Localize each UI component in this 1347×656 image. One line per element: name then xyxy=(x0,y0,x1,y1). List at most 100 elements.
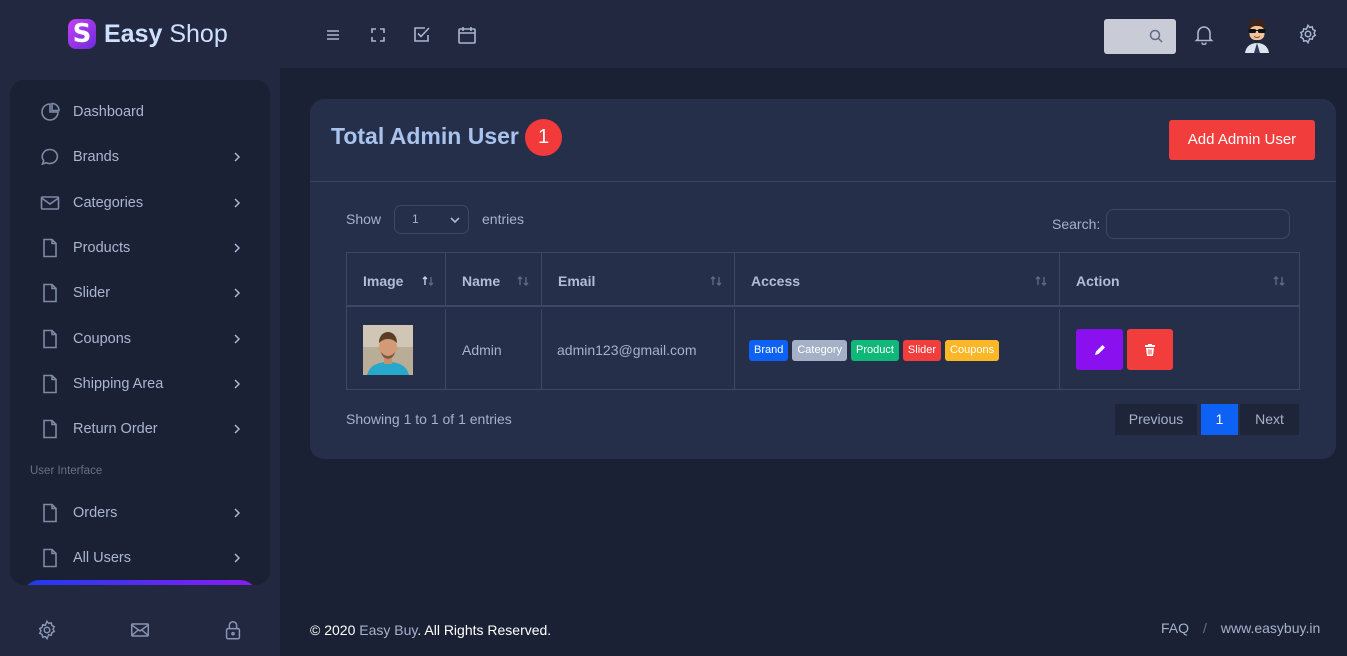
footer-separator: / xyxy=(1203,620,1207,636)
logo-mark: S xyxy=(68,19,96,49)
sidebar-footer xyxy=(0,585,280,656)
menu-icon[interactable] xyxy=(322,24,344,46)
page-title: Total Admin User xyxy=(331,123,519,149)
brand-name: Easy Shop xyxy=(104,19,228,48)
column-header-action[interactable]: Action xyxy=(1060,253,1299,307)
menu-section-label: User Interface xyxy=(30,465,103,477)
chevron-right-icon xyxy=(234,198,241,208)
brand-logo[interactable]: S Easy Shop xyxy=(68,16,228,52)
sidebar-item-brands[interactable]: Brands xyxy=(10,139,270,175)
sidebar-item-return-order[interactable]: Return Order xyxy=(10,411,270,447)
pagination-page-1[interactable]: 1 xyxy=(1201,404,1238,435)
file-icon xyxy=(39,328,61,350)
file-icon xyxy=(39,373,61,395)
site-link[interactable]: www.easybuy.in xyxy=(1221,620,1320,636)
sidebar-item-slider[interactable]: Slider xyxy=(10,275,270,311)
settings-icon[interactable] xyxy=(36,619,58,641)
sidebar-item-label: Dashboard xyxy=(73,104,144,120)
chevron-down-icon xyxy=(450,217,460,224)
access-badge: Slider xyxy=(902,340,942,361)
user-email: admin123@gmail.com xyxy=(557,342,697,358)
mail-icon xyxy=(39,192,61,214)
table-row xyxy=(347,309,446,390)
faq-link[interactable]: FAQ xyxy=(1161,620,1189,636)
divider xyxy=(310,181,1336,182)
chevron-right-icon xyxy=(234,243,241,253)
chevron-right-icon xyxy=(234,288,241,298)
column-header-access[interactable]: Access xyxy=(735,253,1060,307)
calendar-icon[interactable] xyxy=(456,24,478,46)
show-label: Show xyxy=(346,211,382,227)
sidebar-item-coupons[interactable]: Coupons xyxy=(10,321,270,357)
sidebar-menu: Dashboard Brands Categories Products Sli… xyxy=(10,80,270,585)
access-badges: Brand Category Product Slider Coupons xyxy=(749,340,1000,361)
lock-icon[interactable] xyxy=(222,619,244,641)
sidebar-item-shipping-area[interactable]: Shipping Area xyxy=(10,366,270,402)
chat-bubble-icon xyxy=(39,146,61,168)
sort-icon xyxy=(710,276,722,286)
access-badge: Category xyxy=(792,340,847,361)
trash-icon xyxy=(1145,343,1155,356)
sidebar-item-products[interactable]: Products xyxy=(10,230,270,266)
chevron-right-icon xyxy=(234,152,241,162)
pie-chart-icon xyxy=(39,101,61,123)
entries-select[interactable]: 1 xyxy=(394,205,469,234)
bell-icon[interactable] xyxy=(1193,23,1215,45)
add-admin-user-button[interactable]: Add Admin User xyxy=(1169,120,1315,160)
entries-select-value: 1 xyxy=(412,212,419,226)
sidebar-item-label: Return Order xyxy=(73,421,158,437)
chevron-right-icon xyxy=(234,379,241,389)
fullscreen-icon[interactable] xyxy=(367,24,389,46)
user-photo xyxy=(363,325,413,375)
file-icon xyxy=(39,547,61,569)
copyright-brand-link[interactable]: Easy Buy xyxy=(359,622,417,638)
sort-icon xyxy=(422,276,434,286)
file-icon xyxy=(39,237,61,259)
sidebar-item-label: Shipping Area xyxy=(73,376,164,392)
access-badge: Coupons xyxy=(945,340,1000,361)
sidebar-item-orders[interactable]: Orders xyxy=(10,495,270,531)
search-icon[interactable] xyxy=(1148,28,1164,44)
user-name: Admin xyxy=(462,342,502,358)
top-header xyxy=(280,0,1347,68)
count-badge: 1 xyxy=(525,119,562,156)
sort-icon xyxy=(517,276,529,286)
footer-links: FAQ / www.easybuy.in xyxy=(1161,620,1320,636)
sidebar-item-label: Slider xyxy=(73,285,111,301)
chevron-right-icon xyxy=(234,508,241,518)
sidebar-item-label: Orders xyxy=(73,505,118,521)
table-cell-email: admin123@gmail.com xyxy=(542,309,735,390)
table-search-input[interactable] xyxy=(1106,209,1290,239)
chevron-right-icon xyxy=(234,424,241,434)
column-header-image[interactable]: Image xyxy=(347,253,446,307)
table-info: Showing 1 to 1 of 1 entries xyxy=(346,411,512,427)
pagination-next[interactable]: Next xyxy=(1240,404,1299,435)
table-cell-access: Brand Category Product Slider Coupons xyxy=(735,309,1060,390)
checkbox-icon[interactable] xyxy=(411,24,433,46)
sidebar-item-dashboard[interactable]: Dashboard xyxy=(10,94,270,130)
avatar[interactable] xyxy=(1242,17,1272,53)
copyright: © 2020 Easy Buy. All Rights Reserved. xyxy=(310,622,552,638)
settings-icon[interactable] xyxy=(1297,23,1319,45)
pagination-previous[interactable]: Previous xyxy=(1115,404,1197,435)
sidebar-item-categories[interactable]: Categories xyxy=(10,185,270,221)
sidebar-item-label: Products xyxy=(73,240,131,256)
sidebar-item-all-users[interactable]: All Users xyxy=(10,540,270,576)
edit-button[interactable] xyxy=(1076,329,1123,370)
file-icon xyxy=(39,502,61,524)
sidebar-item-label: Coupons xyxy=(73,331,132,347)
search-label: Search: xyxy=(1052,216,1101,232)
file-icon xyxy=(39,282,61,304)
header-search[interactable] xyxy=(1104,19,1176,54)
access-badge: Product xyxy=(851,340,899,361)
sort-icon xyxy=(1273,276,1285,286)
delete-button[interactable] xyxy=(1127,329,1173,370)
file-icon xyxy=(39,418,61,440)
admin-users-card: Total Admin User 1 Add Admin User Show 1… xyxy=(310,99,1336,459)
column-header-email[interactable]: Email xyxy=(542,253,735,307)
mail-icon[interactable] xyxy=(129,619,151,641)
column-header-name[interactable]: Name xyxy=(446,253,542,307)
table-cell-name: Admin xyxy=(446,309,542,390)
sort-icon xyxy=(1035,276,1047,286)
sidebar: S Easy Shop Dashboard Brands Categories xyxy=(0,0,280,656)
